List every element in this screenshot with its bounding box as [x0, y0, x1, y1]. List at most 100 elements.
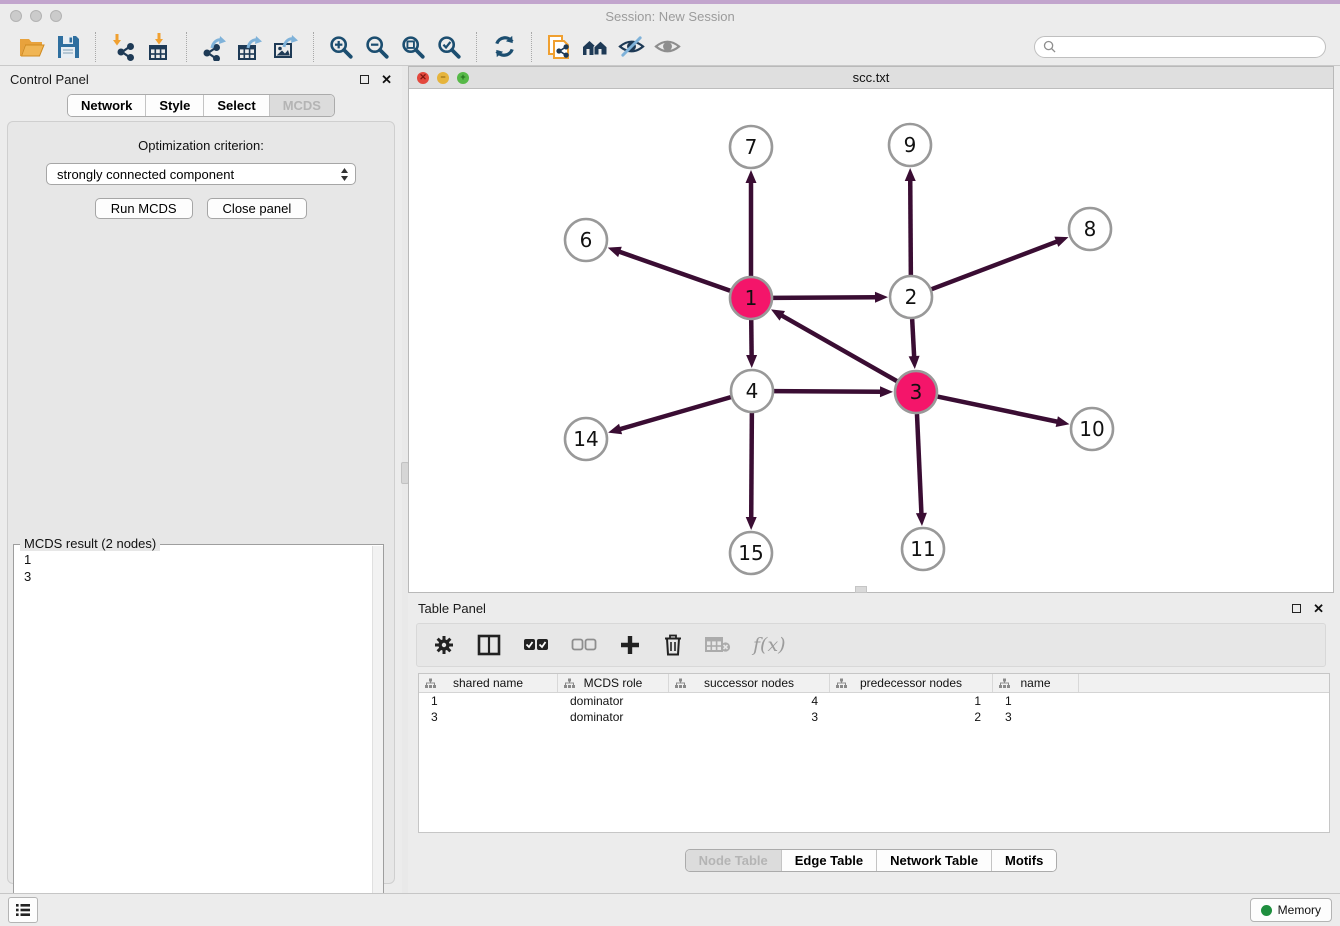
column-header-MCDS-role[interactable]: MCDS role: [558, 674, 669, 692]
save-session-icon[interactable]: [53, 32, 83, 62]
deselect-all-checkbox-icon[interactable]: [571, 638, 597, 652]
column-header-shared-name[interactable]: shared name: [419, 674, 558, 692]
graph-edge-3-1[interactable]: [781, 315, 897, 381]
network-overview-icon[interactable]: [580, 32, 610, 62]
tab-network-table[interactable]: Network Table: [877, 850, 992, 871]
run-mcds-button[interactable]: Run MCDS: [95, 198, 193, 219]
function-builder-icon: f(x): [753, 634, 786, 656]
table-cell[interactable]: 3: [993, 709, 1079, 725]
graph-node-8[interactable]: 8: [1069, 208, 1111, 250]
graph-edge-1-6[interactable]: [618, 251, 730, 290]
search-input[interactable]: [1061, 40, 1317, 54]
network-splitter-handle[interactable]: [855, 586, 867, 593]
graph-node-14[interactable]: 14: [565, 418, 607, 460]
control-panel-header: Control Panel ✕: [0, 66, 402, 92]
table-cell[interactable]: 1: [830, 693, 993, 709]
graph-edge-1-2[interactable]: [773, 297, 877, 298]
graph-edge-3-10[interactable]: [938, 397, 1059, 422]
tab-select[interactable]: Select: [204, 95, 269, 116]
zoom-selected-icon[interactable]: [434, 32, 464, 62]
graph-edge-3-11[interactable]: [917, 414, 922, 515]
table-row[interactable]: 1dominator411: [419, 693, 1329, 709]
svg-text:7: 7: [745, 135, 758, 159]
svg-text:1: 1: [745, 286, 758, 310]
task-history-button[interactable]: [8, 897, 38, 923]
graph-node-2[interactable]: 2: [890, 276, 932, 318]
table-cell[interactable]: 2: [830, 709, 993, 725]
graph-node-10[interactable]: 10: [1071, 408, 1113, 450]
table-cell[interactable]: 1: [993, 693, 1079, 709]
column-header-predecessor-nodes[interactable]: predecessor nodes: [830, 674, 993, 692]
memory-button[interactable]: Memory: [1250, 898, 1332, 922]
graph-edge-4-3[interactable]: [774, 391, 882, 392]
table-cell[interactable]: 3: [419, 709, 558, 725]
dropdown-value: strongly connected component: [57, 167, 234, 182]
close-panel-icon[interactable]: ✕: [381, 73, 392, 86]
tab-network[interactable]: Network: [68, 95, 146, 116]
zoom-in-icon[interactable]: [326, 32, 356, 62]
select-all-checkbox-icon[interactable]: [523, 638, 549, 652]
export-table-icon[interactable]: [235, 32, 265, 62]
open-session-icon[interactable]: [17, 32, 47, 62]
graph-edge-2-9[interactable]: [910, 179, 911, 275]
mcds-result-scrollbar[interactable]: [372, 546, 383, 919]
close-panel-button[interactable]: Close panel: [207, 198, 308, 219]
graph-node-6[interactable]: 6: [565, 219, 607, 261]
graph-node-7[interactable]: 7: [730, 126, 772, 168]
mcds-result-box: MCDS result (2 nodes) 13: [13, 544, 384, 921]
close-table-panel-icon[interactable]: ✕: [1313, 602, 1324, 615]
eye-icon[interactable]: [652, 32, 682, 62]
edge-arrowhead-icon: [746, 355, 757, 368]
refresh-layout-icon[interactable]: [489, 32, 519, 62]
graph-edge-4-14[interactable]: [619, 397, 731, 429]
tab-motifs[interactable]: Motifs: [992, 850, 1056, 871]
export-network-icon[interactable]: [199, 32, 229, 62]
tab-mcds[interactable]: MCDS: [270, 95, 334, 116]
control-panel-tabs: NetworkStyleSelectMCDS: [0, 94, 402, 117]
table-cell[interactable]: dominator: [558, 709, 669, 725]
graph-node-11[interactable]: 11: [902, 528, 944, 570]
table-cell[interactable]: 1: [419, 693, 558, 709]
mcds-result-list: 13: [14, 545, 383, 591]
add-column-icon[interactable]: [619, 634, 641, 656]
zoom-out-icon[interactable]: [362, 32, 392, 62]
column-header-label: predecessor nodes: [860, 676, 962, 690]
toggle-columns-icon[interactable]: [477, 634, 501, 656]
table-cell[interactable]: 4: [669, 693, 830, 709]
table-row[interactable]: 3dominator323: [419, 709, 1329, 725]
tab-edge-table[interactable]: Edge Table: [782, 850, 877, 871]
graph-node-9[interactable]: 9: [889, 124, 931, 166]
search-box[interactable]: [1034, 36, 1326, 58]
network-graph-canvas[interactable]: 7 9 6 8 1 2 4 3 14 10 15 11: [409, 89, 1333, 592]
column-header-successor-nodes[interactable]: successor nodes: [669, 674, 830, 692]
graph-edge-2-3[interactable]: [912, 319, 914, 358]
svg-text:3: 3: [910, 380, 923, 404]
eye-slash-icon[interactable]: [616, 32, 646, 62]
graph-node-4[interactable]: 4: [731, 370, 773, 412]
network-window-titlebar[interactable]: ✕ − + scc.txt: [409, 67, 1333, 89]
table-cell[interactable]: dominator: [558, 693, 669, 709]
import-network-icon[interactable]: [108, 32, 138, 62]
graph-node-3[interactable]: 3: [895, 371, 937, 413]
tab-style[interactable]: Style: [146, 95, 204, 116]
settings-gear-icon[interactable]: [433, 634, 455, 656]
graph-node-1[interactable]: 1: [730, 277, 772, 319]
graph-edge-4-15[interactable]: [751, 413, 752, 519]
svg-text:11: 11: [910, 537, 935, 561]
import-table-icon[interactable]: [144, 32, 174, 62]
float-panel-icon[interactable]: [360, 75, 369, 84]
float-table-panel-icon[interactable]: [1292, 604, 1301, 613]
tab-node-table[interactable]: Node Table: [686, 850, 782, 871]
edge-arrowhead-icon: [875, 292, 888, 303]
delete-column-icon[interactable]: [663, 634, 683, 656]
manage-networks-icon[interactable]: [544, 32, 574, 62]
node-table-body: 1dominator4113dominator323: [419, 693, 1329, 725]
graph-node-15[interactable]: 15: [730, 532, 772, 574]
zoom-fit-icon[interactable]: [398, 32, 428, 62]
optimization-criterion-dropdown[interactable]: strongly connected component: [46, 163, 356, 185]
column-header-name[interactable]: name: [993, 674, 1079, 692]
edge-arrowhead-icon: [909, 356, 920, 369]
export-image-icon[interactable]: [271, 32, 301, 62]
table-cell[interactable]: 3: [669, 709, 830, 725]
graph-edge-2-8[interactable]: [932, 241, 1059, 289]
